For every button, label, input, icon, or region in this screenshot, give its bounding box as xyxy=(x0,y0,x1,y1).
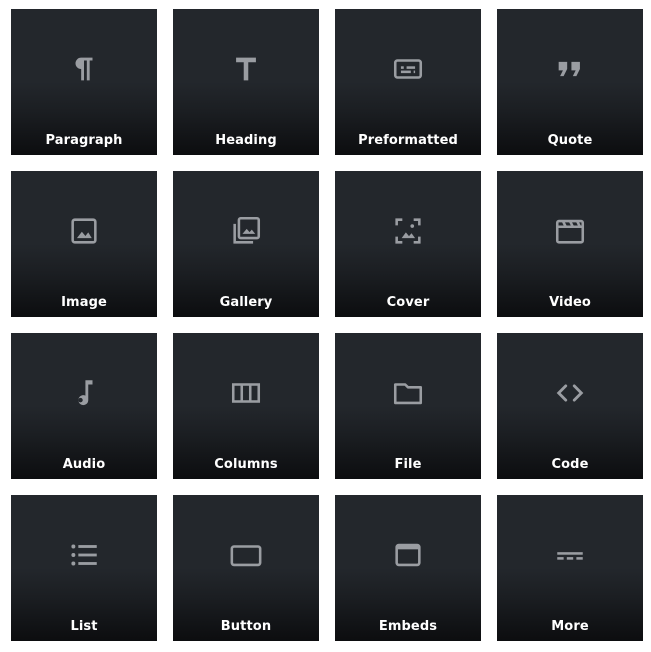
block-label: Preformatted xyxy=(358,133,458,148)
block-label: List xyxy=(70,619,98,634)
heading-icon xyxy=(229,52,263,86)
more-icon xyxy=(553,538,587,572)
block-tile-columns[interactable]: Columns xyxy=(173,333,319,479)
block-tile-embeds[interactable]: Embeds xyxy=(335,495,481,641)
file-icon xyxy=(391,376,425,410)
block-label: Heading xyxy=(215,133,277,148)
embeds-icon xyxy=(391,538,425,572)
paragraph-icon xyxy=(67,52,101,86)
block-label: File xyxy=(394,457,422,472)
block-label: Audio xyxy=(62,457,106,472)
block-tile-quote[interactable]: Quote xyxy=(497,9,643,155)
block-tile-list[interactable]: List xyxy=(11,495,157,641)
block-label: Columns xyxy=(214,457,278,472)
gallery-icon xyxy=(229,214,263,248)
block-tile-cover[interactable]: Cover xyxy=(335,171,481,317)
button-icon xyxy=(229,538,263,572)
block-label: Image xyxy=(61,295,107,310)
block-tile-preformatted[interactable]: Preformatted xyxy=(335,9,481,155)
block-label: Quote xyxy=(547,133,593,148)
block-tile-heading[interactable]: Heading xyxy=(173,9,319,155)
block-label: More xyxy=(551,619,589,634)
block-label: Embeds xyxy=(378,619,438,634)
cover-icon xyxy=(391,214,425,248)
block-label: Video xyxy=(549,295,591,310)
columns-icon xyxy=(229,376,263,410)
block-tile-more[interactable]: More xyxy=(497,495,643,641)
audio-icon xyxy=(67,376,101,410)
block-tile-gallery[interactable]: Gallery xyxy=(173,171,319,317)
quote-icon xyxy=(553,52,587,86)
list-icon xyxy=(67,538,101,572)
video-icon xyxy=(553,214,587,248)
preformatted-icon xyxy=(391,52,425,86)
block-tile-button[interactable]: Button xyxy=(173,495,319,641)
code-icon xyxy=(553,376,587,410)
block-tile-image[interactable]: Image xyxy=(11,171,157,317)
block-label: Code xyxy=(551,457,589,472)
block-tile-paragraph[interactable]: Paragraph xyxy=(11,9,157,155)
block-tile-video[interactable]: Video xyxy=(497,171,643,317)
block-label: Paragraph xyxy=(45,133,123,148)
image-icon xyxy=(67,214,101,248)
block-grid: Paragraph Heading Preformatted Quote Ima… xyxy=(11,9,643,641)
block-label: Button xyxy=(220,619,272,634)
block-tile-audio[interactable]: Audio xyxy=(11,333,157,479)
block-tile-file[interactable]: File xyxy=(335,333,481,479)
block-label: Cover xyxy=(386,295,430,310)
block-label: Gallery xyxy=(219,295,273,310)
block-tile-code[interactable]: Code xyxy=(497,333,643,479)
